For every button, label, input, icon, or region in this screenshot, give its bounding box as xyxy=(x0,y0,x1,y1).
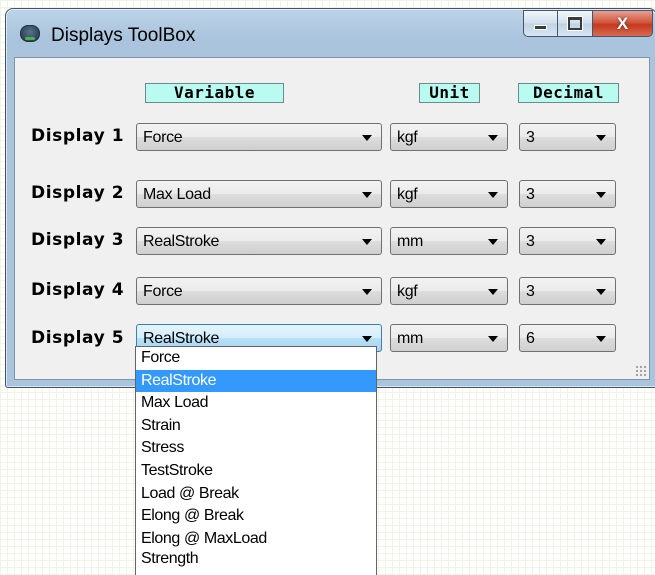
caption-buttons: X xyxy=(523,10,653,38)
minimize-button[interactable] xyxy=(523,10,558,37)
dropdown-option-strength[interactable]: Strength xyxy=(136,548,376,571)
title-bar[interactable]: Displays ToolBox X xyxy=(6,9,655,57)
display-1-variable-value: Force xyxy=(143,129,183,146)
display-3-unit-select[interactable]: mm xyxy=(390,227,508,255)
chevron-down-icon xyxy=(362,289,372,295)
display-2-unit-select[interactable]: kgf xyxy=(390,180,508,208)
display-4-variable-value: Force xyxy=(143,283,183,300)
display-3-variable-select[interactable]: RealStroke xyxy=(136,227,382,255)
display-3-unit-value: mm xyxy=(397,233,424,250)
display-1-variable-select[interactable]: Force xyxy=(136,123,382,151)
display-5-label: Display 5 xyxy=(31,328,125,348)
display-4-unit-select[interactable]: kgf xyxy=(390,277,508,305)
resize-grip[interactable] xyxy=(635,365,647,377)
dropdown-option-elong-at-maxload[interactable]: Elong @ MaxLoad xyxy=(136,528,376,551)
close-icon: X xyxy=(616,13,629,33)
chevron-down-icon xyxy=(362,239,372,245)
display-2-decimal-select[interactable]: 3 xyxy=(519,180,616,208)
chevron-down-icon xyxy=(362,336,372,342)
display-2-decimal-value: 3 xyxy=(526,186,535,203)
dropdown-option-load-at-break[interactable]: Load @ Break xyxy=(136,483,376,506)
display-4-variable-select[interactable]: Force xyxy=(136,277,382,305)
header-unit: Unit xyxy=(419,83,480,103)
display-3-variable-value: RealStroke xyxy=(143,233,220,250)
app-icon xyxy=(20,25,40,42)
display-3-decimal-select[interactable]: 3 xyxy=(519,227,616,255)
close-button[interactable]: X xyxy=(593,10,653,37)
display-4-decimal-select[interactable]: 3 xyxy=(519,277,616,305)
display-4-unit-value: kgf xyxy=(397,283,418,300)
chevron-down-icon xyxy=(596,192,606,198)
header-decimal: Decimal xyxy=(518,83,619,103)
chevron-down-icon xyxy=(596,239,606,245)
maximize-icon xyxy=(568,17,582,30)
chevron-down-icon xyxy=(596,336,606,342)
chevron-down-icon xyxy=(488,192,498,198)
dropdown-option-force[interactable]: Force xyxy=(136,347,376,370)
display-4-decimal-value: 3 xyxy=(526,283,535,300)
display-2-variable-value: Max Load xyxy=(143,186,211,203)
dropdown-option-teststroke[interactable]: TestStroke xyxy=(136,460,376,483)
maximize-button[interactable] xyxy=(558,10,593,37)
chevron-down-icon xyxy=(488,135,498,141)
chevron-down-icon xyxy=(488,289,498,295)
chevron-down-icon xyxy=(596,135,606,141)
dropdown-option-strain[interactable]: Strain xyxy=(136,415,376,438)
display-1-decimal-value: 3 xyxy=(526,129,535,146)
minimize-icon xyxy=(534,25,547,30)
display-1-unit-select[interactable]: kgf xyxy=(390,123,508,151)
display-2-label: Display 2 xyxy=(31,183,125,203)
display-5-unit-select[interactable]: mm xyxy=(390,324,508,352)
chevron-down-icon xyxy=(596,289,606,295)
display-4-label: Display 4 xyxy=(31,280,125,300)
dropdown-option-realstroke[interactable]: RealStroke xyxy=(136,369,376,393)
displays-toolbox-window: Displays ToolBox X Variable Unit Decimal… xyxy=(5,8,655,388)
dropdown-option-max-load[interactable]: Max Load xyxy=(136,392,376,415)
chevron-down-icon xyxy=(362,135,372,141)
display-1-label: Display 1 xyxy=(31,126,125,146)
display-3-decimal-value: 3 xyxy=(526,233,535,250)
dropdown-option-stress[interactable]: Stress xyxy=(136,437,376,460)
display-5-decimal-select[interactable]: 6 xyxy=(519,324,616,352)
toolbox-client-area: Variable Unit Decimal Display 1 Force kg… xyxy=(14,57,650,380)
chevron-down-icon xyxy=(488,239,498,245)
chevron-down-icon xyxy=(488,336,498,342)
variable-dropdown-list[interactable]: Force RealStroke Max Load Strain Stress … xyxy=(135,346,377,575)
display-2-unit-value: kgf xyxy=(397,186,418,203)
display-2-variable-select[interactable]: Max Load xyxy=(136,180,382,208)
dropdown-option-elong-at-break[interactable]: Elong @ Break xyxy=(136,505,376,528)
chevron-down-icon xyxy=(362,192,372,198)
display-5-unit-value: mm xyxy=(397,330,424,347)
display-1-unit-value: kgf xyxy=(397,129,418,146)
header-variable: Variable xyxy=(145,83,284,103)
display-5-decimal-value: 6 xyxy=(526,330,535,347)
display-1-decimal-select[interactable]: 3 xyxy=(519,123,616,151)
display-3-label: Display 3 xyxy=(31,230,125,250)
window-title: Displays ToolBox xyxy=(51,25,196,46)
